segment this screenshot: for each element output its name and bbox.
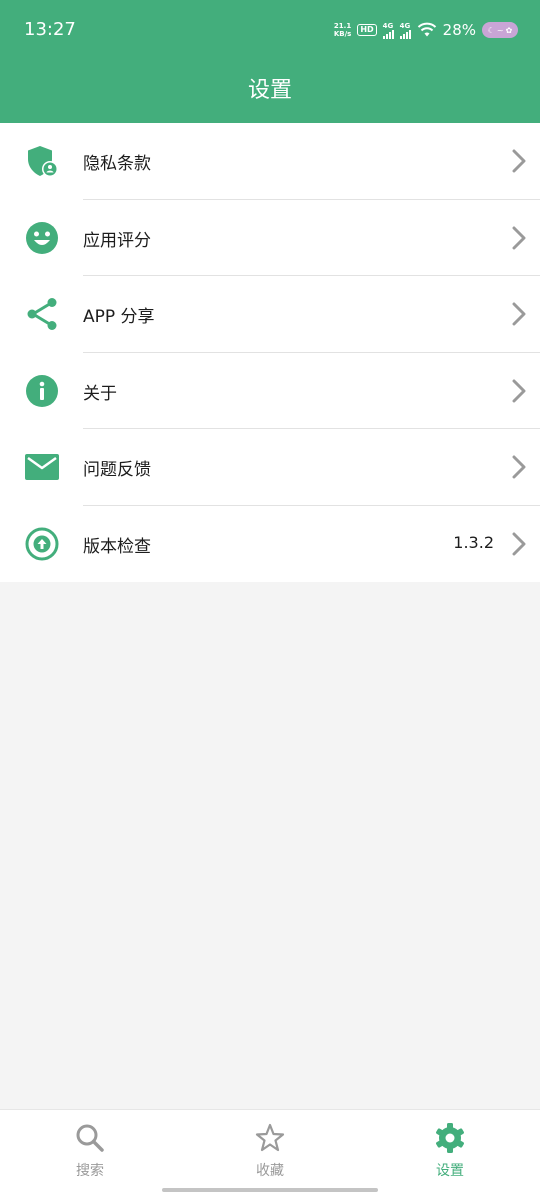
- settings-item-about[interactable]: 关于: [0, 353, 540, 429]
- settings-item-label: 隐私条款: [83, 154, 151, 174]
- star-icon: [255, 1123, 285, 1152]
- status-bar: 13:27 21.1 KB/s HD 4G 4G 28% ☾ ~ ✿: [0, 0, 540, 60]
- bottom-navigation: 搜索 收藏 设置: [0, 1109, 540, 1194]
- sim1-network-label: 4G: [382, 21, 394, 30]
- mail-icon: [23, 448, 61, 486]
- tab-settings[interactable]: 设置: [390, 1122, 510, 1186]
- search-icon: [76, 1124, 104, 1152]
- signal-sim2-icon: 4G: [399, 21, 411, 39]
- share-icon: [23, 295, 61, 333]
- chevron-right-icon: [512, 226, 526, 249]
- network-speed-unit: KB/s: [333, 30, 352, 38]
- sim2-network-label: 4G: [399, 21, 411, 30]
- settings-item-label: APP 分享: [83, 307, 155, 327]
- tab-search[interactable]: 搜索: [30, 1122, 150, 1186]
- app-header: 13:27 21.1 KB/s HD 4G 4G 28% ☾ ~ ✿ 设置: [0, 0, 540, 123]
- wifi-icon: [417, 22, 436, 37]
- tab-label: 设置: [436, 1163, 464, 1179]
- status-indicators: 21.1 KB/s HD 4G 4G 28% ☾ ~ ✿: [334, 18, 518, 42]
- tab-label: 收藏: [256, 1163, 284, 1179]
- settings-item-label: 问题反馈: [83, 460, 151, 480]
- shield-user-icon: [23, 142, 61, 180]
- chevron-right-icon: [512, 532, 526, 555]
- settings-item-label: 关于: [83, 383, 117, 404]
- settings-item-rating[interactable]: 应用评分: [0, 200, 540, 276]
- settings-item-share[interactable]: APP 分享: [0, 276, 540, 353]
- chevron-right-icon: [512, 379, 526, 402]
- battery-icon: ☾ ~ ✿: [482, 22, 518, 38]
- signal-sim1-icon: 4G: [382, 21, 394, 39]
- battery-level: 28%: [442, 21, 476, 39]
- version-number: 1.3.2: [453, 532, 494, 552]
- network-speed-value: 21.1: [333, 22, 352, 30]
- info-icon: [23, 372, 61, 410]
- home-indicator[interactable]: [162, 1188, 378, 1192]
- network-speed: 21.1 KB/s: [334, 22, 351, 38]
- upload-arrow-icon: [23, 525, 61, 563]
- settings-item-feedback[interactable]: 问题反馈: [0, 429, 540, 506]
- chevron-right-icon: [512, 455, 526, 479]
- settings-list: 隐私条款 应用评分 APP 分享 关于 问题反馈 版本检查 1.3.2: [0, 123, 540, 582]
- chevron-right-icon: [512, 302, 526, 326]
- settings-item-label: 版本检查: [83, 536, 151, 557]
- status-time: 13:27: [24, 19, 76, 40]
- tab-favorites[interactable]: 收藏: [210, 1122, 330, 1186]
- page-title: 设置: [247, 78, 292, 103]
- hd-badge: HD: [357, 24, 377, 36]
- smiley-icon: [23, 219, 61, 257]
- tab-label: 搜索: [76, 1163, 104, 1179]
- settings-item-privacy[interactable]: 隐私条款: [0, 123, 540, 200]
- settings-item-version-check[interactable]: 版本检查 1.3.2: [0, 506, 540, 583]
- chevron-right-icon: [512, 149, 526, 173]
- gear-icon: [436, 1123, 464, 1153]
- settings-item-label: 应用评分: [83, 230, 151, 251]
